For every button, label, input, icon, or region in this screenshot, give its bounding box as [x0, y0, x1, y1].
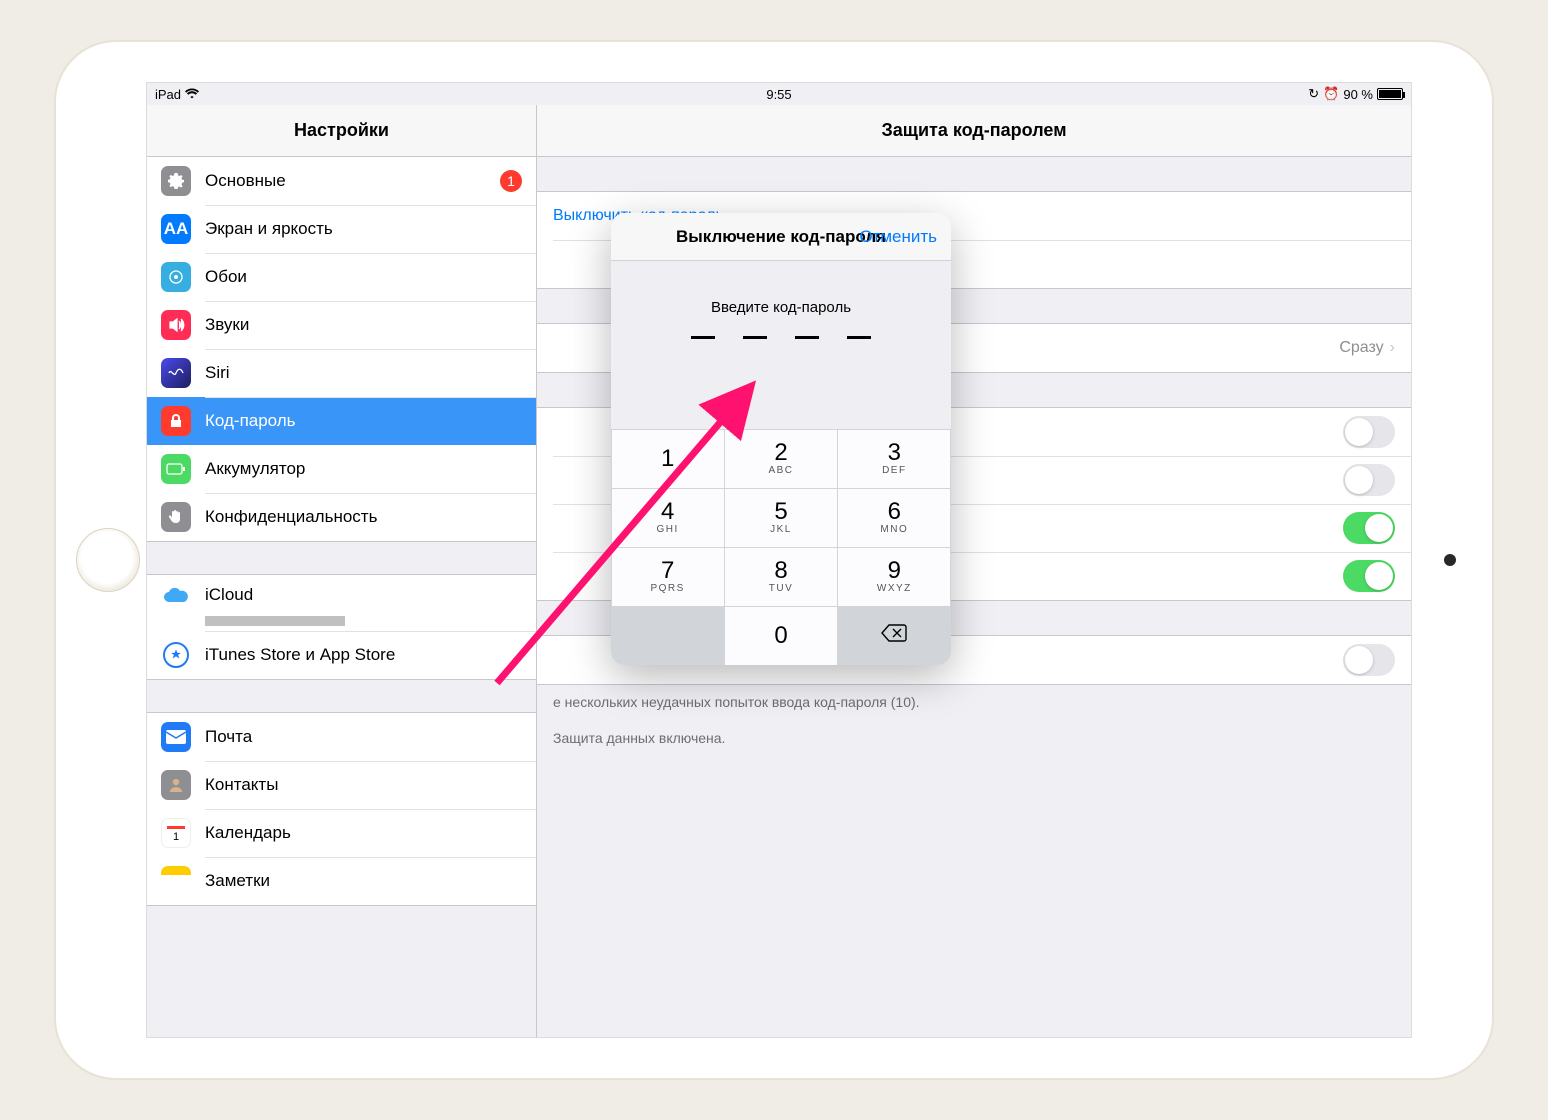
keypad-key-1[interactable]: 1: [612, 430, 724, 488]
sidebar-item-label: Основные: [205, 171, 286, 191]
sidebar-item-label: Код-пароль: [205, 411, 296, 431]
toggle-switch[interactable]: [1343, 464, 1395, 496]
appstore-icon: [161, 640, 191, 670]
svg-text:1: 1: [173, 831, 179, 843]
keypad-key-0[interactable]: 0: [725, 607, 837, 665]
popover-prompt: Введите код-пароль: [611, 261, 951, 336]
front-camera: [1444, 554, 1456, 566]
screen: iPad 9:55 ↻ ⏰ 90 % Настройки Защита код-…: [146, 82, 1412, 1038]
sidebar-item-label: Экран и яркость: [205, 219, 333, 239]
sidebar-item-itunes[interactable]: iTunes Store и App Store: [147, 631, 536, 679]
sidebar-item-contacts[interactable]: Контакты: [147, 761, 536, 809]
toggle-switch[interactable]: [1343, 560, 1395, 592]
wifi-icon: [185, 87, 199, 102]
backspace-icon: [880, 623, 908, 648]
sidebar-item-battery[interactable]: Аккумулятор: [147, 445, 536, 493]
sidebar-item-passcode[interactable]: Код-пароль: [147, 397, 536, 445]
home-button[interactable]: [76, 528, 140, 592]
erase-data-footer: e нескольких неудачных попыток ввода код…: [537, 685, 1411, 721]
icloud-icon: [161, 581, 191, 611]
keypad-key-6[interactable]: 6MNO: [838, 489, 950, 547]
sidebar-item-label: Календарь: [205, 823, 291, 843]
battery-icon: [1377, 88, 1403, 100]
status-time: 9:55: [766, 87, 791, 102]
sidebar-item-mail[interactable]: Почта: [147, 713, 536, 761]
passcode-dashes: [611, 336, 951, 339]
keypad-key-2[interactable]: 2ABC: [725, 430, 837, 488]
mail-icon: [161, 722, 191, 752]
sidebar-item-wallpaper[interactable]: Обои: [147, 253, 536, 301]
alarm-icon: ⏰: [1323, 86, 1339, 102]
title-bars: Настройки Защита код-паролем: [147, 105, 1411, 157]
sidebar-item-icloud[interactable]: iCloud: [147, 575, 536, 631]
keypad-key-5[interactable]: 5JKL: [725, 489, 837, 547]
sidebar-item-label: Аккумулятор: [205, 459, 305, 479]
sidebar-item-general[interactable]: Основные 1: [147, 157, 536, 205]
toggle-switch[interactable]: [1343, 644, 1395, 676]
passcode-entry-popover: Выключение код-пароля Отменить Введите к…: [611, 213, 951, 665]
sidebar-item-sounds[interactable]: Звуки: [147, 301, 536, 349]
keypad-key-9[interactable]: 9WXYZ: [838, 548, 950, 606]
sidebar-item-siri[interactable]: Siri: [147, 349, 536, 397]
sidebar-title: Настройки: [147, 105, 537, 156]
wallpaper-icon: [161, 262, 191, 292]
keypad-key-delete[interactable]: [838, 607, 950, 665]
keypad-key-4[interactable]: 4GHI: [612, 489, 724, 547]
battery-pct: 90 %: [1343, 87, 1373, 102]
keypad-key-7[interactable]: 7PQRS: [612, 548, 724, 606]
ipad-device-frame: iPad 9:55 ↻ ⏰ 90 % Настройки Защита код-…: [54, 40, 1494, 1080]
sidebar-item-label: Звуки: [205, 315, 249, 335]
sidebar-item-notes[interactable]: Заметки: [147, 857, 536, 905]
contacts-icon: [161, 770, 191, 800]
sidebar-item-calendar[interactable]: 1 Календарь: [147, 809, 536, 857]
notification-badge: 1: [500, 170, 522, 192]
sidebar-item-label: Контакты: [205, 775, 278, 795]
require-passcode-value: Сразу: [1339, 339, 1383, 357]
toggle-switch[interactable]: [1343, 416, 1395, 448]
status-bar: iPad 9:55 ↻ ⏰ 90 %: [147, 83, 1411, 105]
detail-title: Защита код-паролем: [537, 105, 1411, 156]
sidebar-item-label: Обои: [205, 267, 247, 287]
chevron-right-icon: ›: [1390, 339, 1395, 357]
speaker-icon: [161, 310, 191, 340]
keypad-key-blank: [612, 607, 724, 665]
toggle-switch[interactable]: [1343, 512, 1395, 544]
orientation-lock-icon: ↻: [1308, 86, 1319, 102]
status-device-label: iPad: [155, 87, 181, 102]
icloud-account-redacted: [205, 616, 345, 626]
notes-icon: [161, 866, 191, 896]
sidebar-item-label: Конфиденциальность: [205, 507, 377, 527]
keypad-key-3[interactable]: 3DEF: [838, 430, 950, 488]
popover-title: Выключение код-пароля: [676, 227, 886, 247]
numeric-keypad: 1 2ABC 3DEF 4GHI 5JKL 6MNO 7PQRS 8TUV 9W…: [611, 429, 951, 665]
sidebar-item-privacy[interactable]: Конфиденциальность: [147, 493, 536, 541]
sidebar-item-label: Почта: [205, 727, 252, 747]
siri-icon: [161, 358, 191, 388]
sidebar-item-label: iCloud: [205, 585, 253, 605]
lock-icon: [161, 406, 191, 436]
calendar-icon: 1: [161, 818, 191, 848]
sidebar-item-display[interactable]: AA Экран и яркость: [147, 205, 536, 253]
cancel-button[interactable]: Отменить: [859, 227, 937, 247]
text-size-icon: AA: [161, 214, 191, 244]
sidebar-item-label: Siri: [205, 363, 230, 383]
keypad-key-8[interactable]: 8TUV: [725, 548, 837, 606]
battery-icon: [161, 454, 191, 484]
data-protection-footer: Защита данных включена.: [537, 721, 1411, 757]
gear-icon: [161, 166, 191, 196]
hand-icon: [161, 502, 191, 532]
settings-sidebar[interactable]: Основные 1 AA Экран и яркость Обои: [147, 157, 537, 1037]
sidebar-item-label: Заметки: [205, 871, 270, 891]
sidebar-item-label: iTunes Store и App Store: [205, 645, 395, 665]
